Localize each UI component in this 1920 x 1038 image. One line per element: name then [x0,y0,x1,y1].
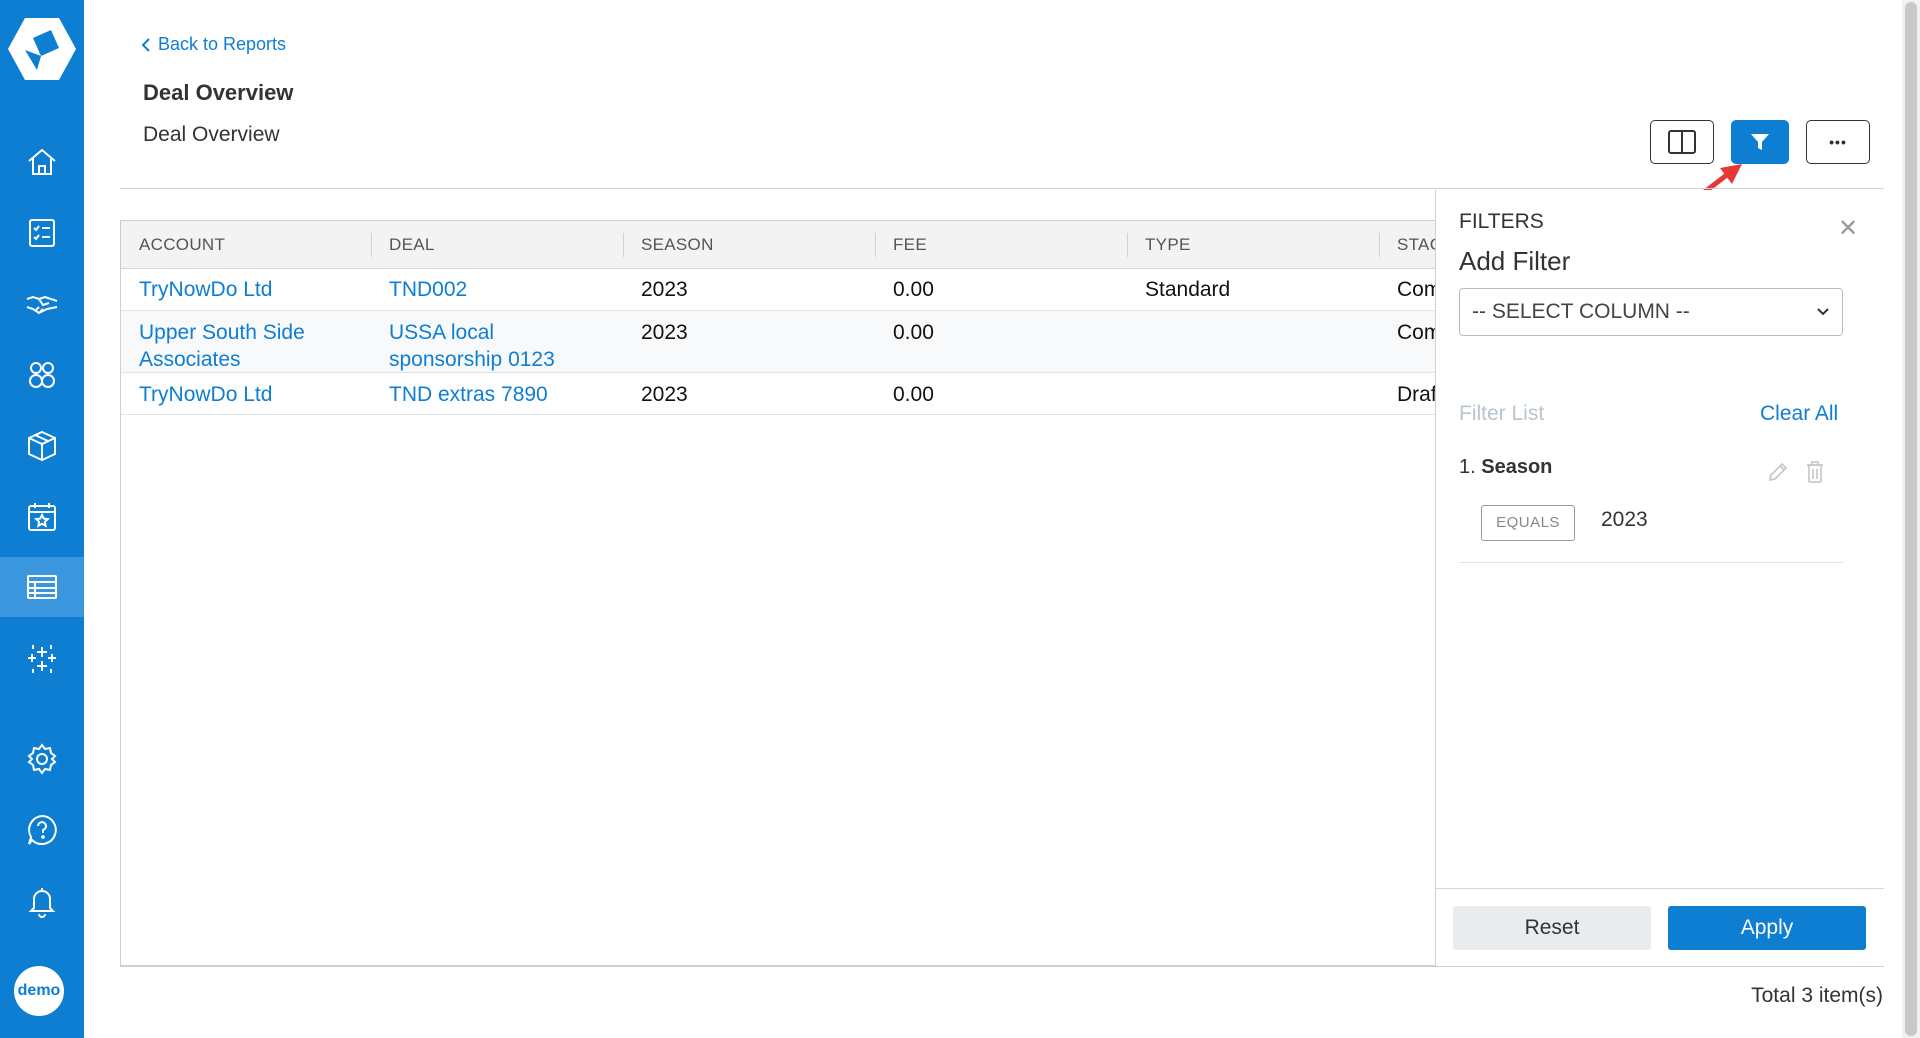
select-column-dropdown[interactable]: -- SELECT COLUMN -- [1459,288,1843,336]
filter-list-label: Filter List [1459,402,1545,425]
nav-settings[interactable] [0,729,84,789]
more-icon: ••• [1829,134,1847,150]
stage-cell: Draft [1397,383,1435,406]
season-cell: 2023 [641,321,688,344]
col-header-account[interactable]: ACCOUNT [139,221,225,268]
reset-button[interactable]: Reset [1453,906,1651,950]
home-icon [28,148,56,175]
nav-insights[interactable] [0,628,84,688]
clear-all-button[interactable]: Clear All [1760,402,1838,426]
deal-link[interactable]: TND002 [389,276,467,303]
filters-heading: FILTERS [1459,210,1544,233]
filter-icon [1751,134,1769,150]
page-subtitle: Deal Overview [143,123,280,146]
table-row: TryNowDo Ltd TND002 2023 0.00 Standard C… [121,268,1435,311]
nav-inventory[interactable] [0,416,84,476]
bell-icon [28,888,56,918]
columns-button[interactable] [1650,120,1714,164]
trash-icon[interactable] [1804,460,1826,484]
col-separator [1379,233,1380,257]
pencil-icon[interactable] [1766,460,1790,484]
chevron-down-icon [1816,289,1830,352]
close-icon[interactable]: ✕ [1838,214,1858,243]
apply-button[interactable]: Apply [1668,906,1866,950]
col-separator [1127,233,1128,257]
back-link-label: Back to Reports [158,34,287,54]
filter-value: 2023 [1601,508,1648,531]
table-row: TryNowDo Ltd TND extras 7890 2023 0.00 D… [121,373,1435,415]
back-to-reports-link[interactable]: Back to Reports [140,34,286,55]
handshake-icon [26,295,58,315]
panel-footer-divider [1435,888,1884,889]
account-link[interactable]: Upper South Side Associates [139,319,339,373]
more-options-button[interactable]: ••• [1806,120,1870,164]
nav-events[interactable] [0,487,84,547]
page-scrollbar[interactable] [1902,0,1920,1038]
filter-item-index: 1. [1459,456,1476,478]
help-icon [28,814,57,845]
col-header-stage[interactable]: STAGE [1397,221,1435,268]
checklist-icon [29,219,55,247]
fee-cell: 0.00 [893,383,934,406]
nav-deals[interactable] [0,274,84,334]
report-table: ACCOUNT DEAL SEASON FEE TYPE STAGE TryNo… [120,220,1435,966]
col-separator [875,233,876,257]
account-link[interactable]: TryNowDo Ltd [139,381,272,408]
add-filter-title: Add Filter [1459,246,1571,276]
nav-help[interactable] [0,800,84,860]
header-divider [120,188,1884,189]
chevron-left-icon [141,37,150,52]
filter-item-column: Season [1481,456,1553,478]
brand-logo-icon[interactable] [7,16,77,82]
fee-cell: 0.00 [893,278,934,301]
nav-tasks[interactable] [0,203,84,263]
filter-item-divider [1459,562,1843,563]
col-separator [623,233,624,257]
table-header: ACCOUNT DEAL SEASON FEE TYPE STAGE [121,221,1435,269]
account-link[interactable]: TryNowDo Ltd [139,276,272,303]
total-items-count: Total 3 item(s) [1751,984,1883,1007]
avatar[interactable]: demo [14,966,64,1016]
nav-notifications[interactable] [0,871,84,931]
deal-link[interactable]: TND extras 7890 [389,381,548,408]
table-row: Upper South Side Associates USSA local s… [121,311,1435,373]
calendar-star-icon [28,503,56,531]
columns-icon [1668,130,1696,154]
col-header-fee[interactable]: FEE [893,221,927,268]
reports-icon [27,575,57,599]
nav-contacts[interactable] [0,345,84,405]
season-cell: 2023 [641,278,688,301]
table-footer-divider [120,966,1884,967]
fee-cell: 0.00 [893,321,934,344]
nav-home[interactable] [0,132,84,192]
nav-reports[interactable] [0,557,84,617]
select-column-value: -- SELECT COLUMN -- [1472,300,1690,323]
groups-icon [29,362,55,388]
type-cell: Standard [1145,278,1231,301]
season-cell: 2023 [641,383,688,406]
filter-operator-badge: EQUALS [1481,505,1575,541]
gear-icon [27,743,57,775]
stage-cell: Complete [1397,321,1435,344]
col-header-type[interactable]: TYPE [1145,221,1191,268]
col-header-deal[interactable]: DEAL [389,221,435,268]
filters-panel: FILTERS ✕ Add Filter -- SELECT COLUMN --… [1435,190,1886,966]
col-header-season[interactable]: SEASON [641,221,714,268]
sidebar: demo [0,0,84,1038]
box-icon [28,430,56,462]
deal-link[interactable]: USSA local sponsorship 0123 [389,319,589,373]
filter-button[interactable] [1731,120,1789,164]
stage-cell: Complete [1397,278,1435,301]
col-separator [371,233,372,257]
sparkles-icon [28,645,56,673]
page-title: Deal Overview [143,80,294,105]
filter-item-title: 1. Season [1459,456,1552,479]
scrollbar-thumb[interactable] [1905,2,1917,1036]
